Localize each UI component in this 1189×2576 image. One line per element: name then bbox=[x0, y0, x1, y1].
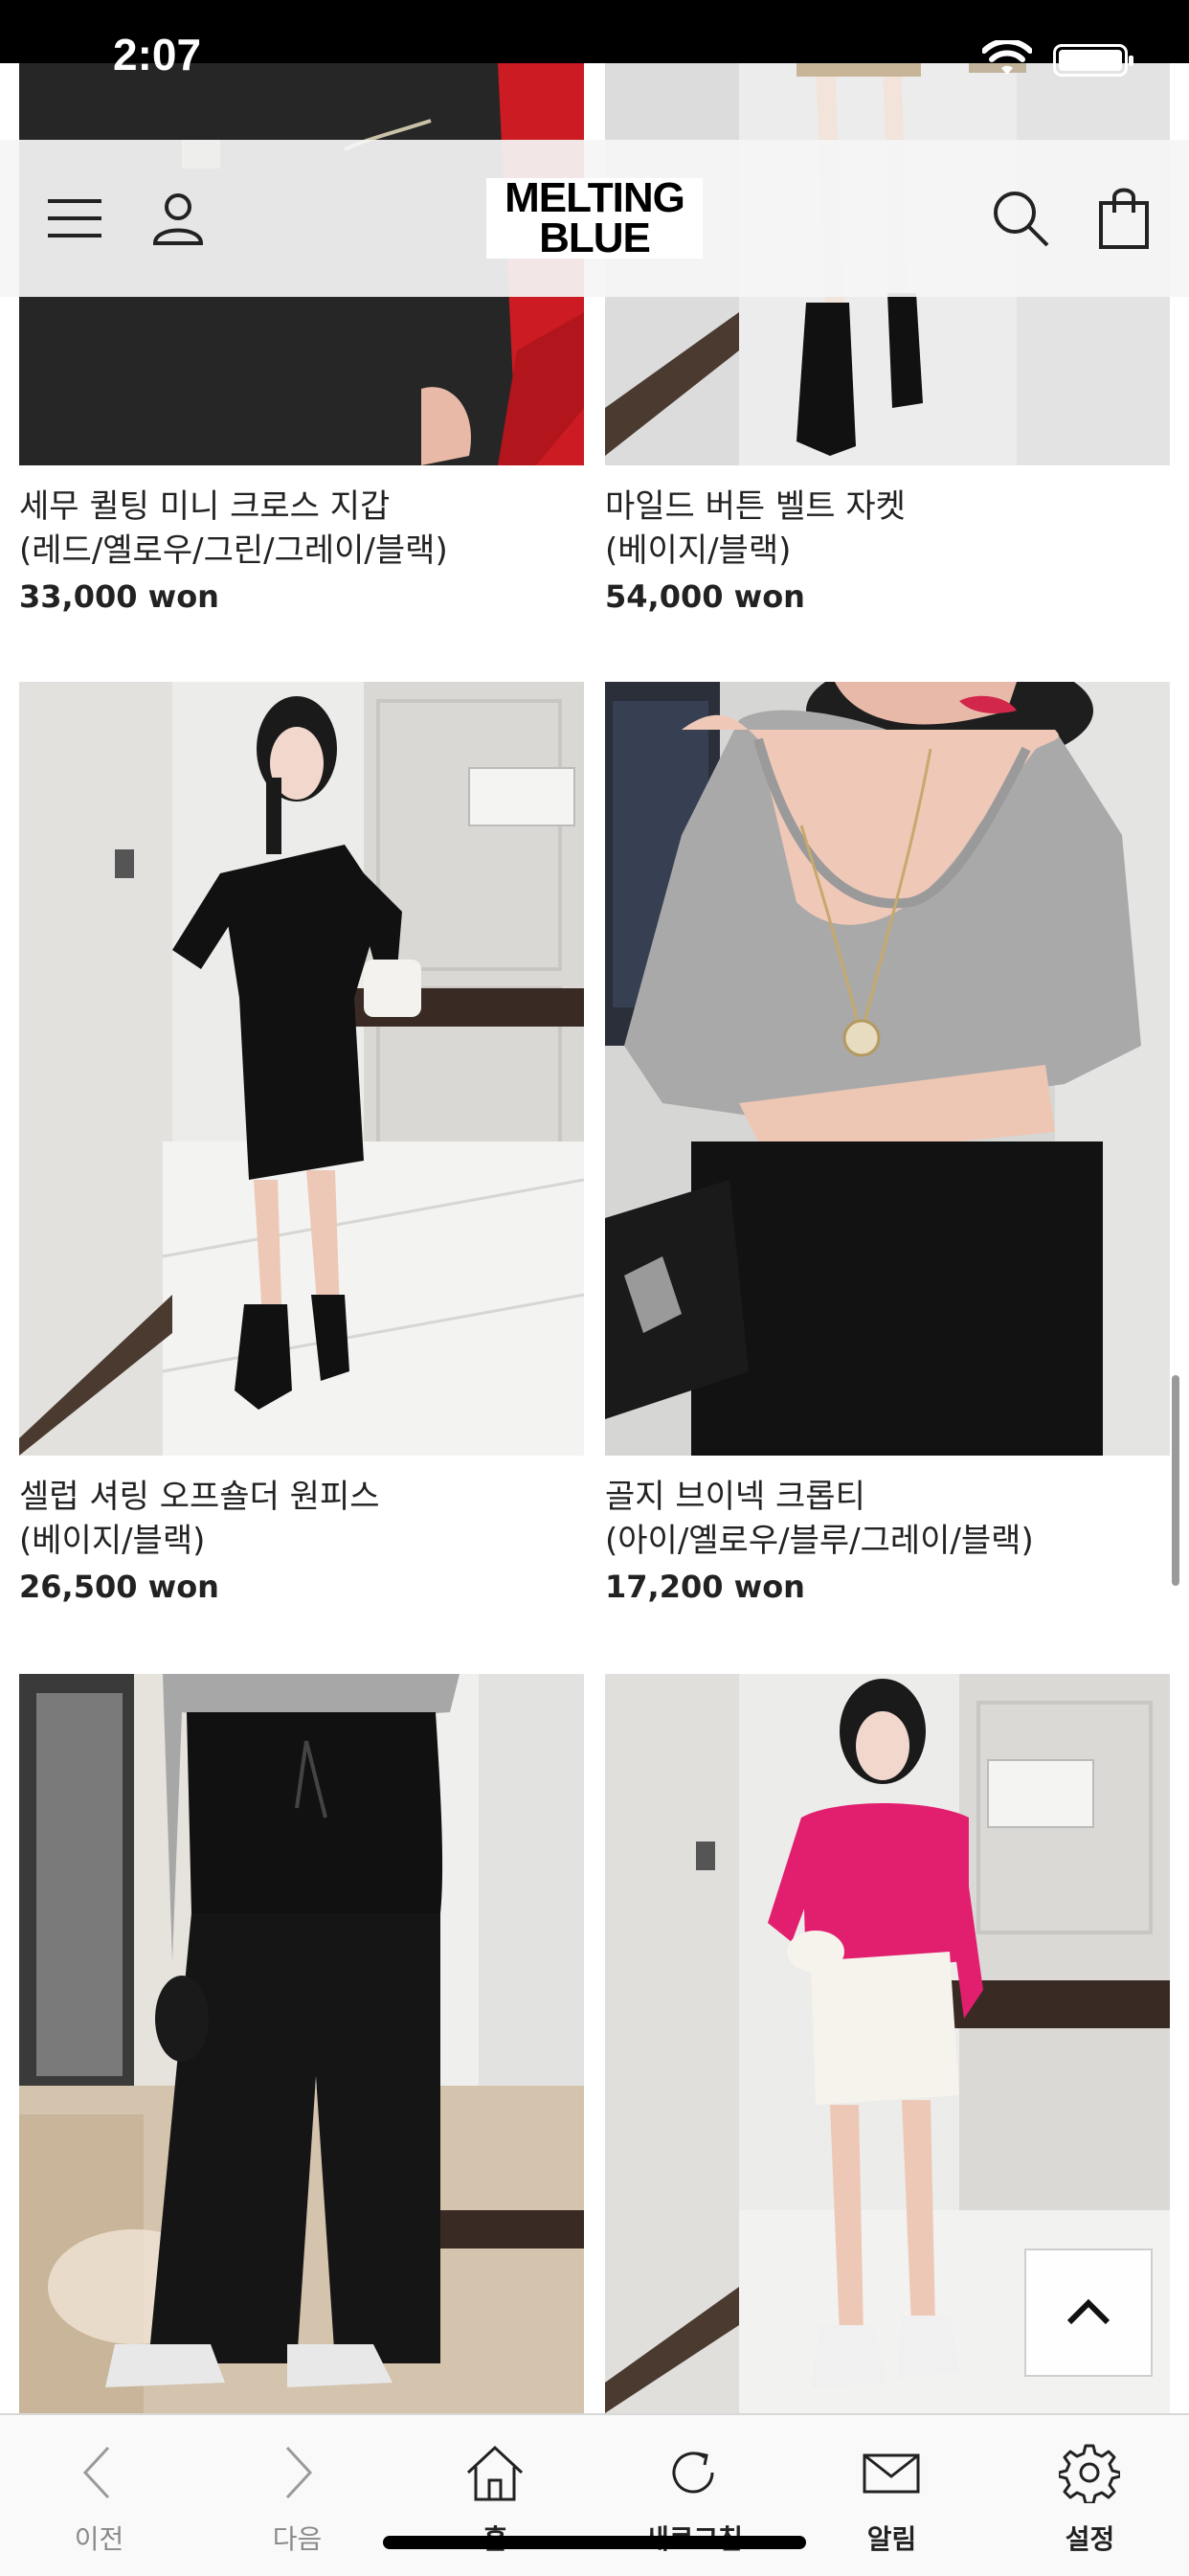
product-info[interactable]: 세무 퀼팅 미니 크로스 지갑 (레드/옐로우/그린/그레이/블랙) 33,00… bbox=[19, 485, 584, 615]
home-indicator[interactable] bbox=[383, 2536, 806, 2549]
chevron-right-icon bbox=[285, 2446, 313, 2499]
brand-line-2: BLUE bbox=[539, 215, 651, 261]
product-photo-croptee bbox=[605, 682, 1170, 1456]
product-name: 셀럽 셔링 오프숄더 원피스 bbox=[19, 1478, 380, 1516]
product-price: 54,000 won bbox=[605, 578, 805, 615]
product-info[interactable]: 셀럽 셔링 오프숄더 원피스 (베이지/블랙) 26,500 won bbox=[19, 1475, 584, 1605]
scroll-indicator bbox=[1172, 1375, 1179, 1586]
brand-logo[interactable]: MELTING BLUE bbox=[486, 174, 703, 261]
chevron-left-icon bbox=[82, 2446, 110, 2499]
battery-icon bbox=[1053, 44, 1133, 77]
scroll-to-top-button[interactable] bbox=[1024, 2248, 1153, 2377]
search-icon[interactable] bbox=[986, 184, 1055, 253]
bottom-navigation: 이전 다음 홈 새로고침 알림 설정 bbox=[0, 2413, 1189, 2576]
product-image[interactable] bbox=[19, 682, 584, 1456]
nav-settings-label: 설정 bbox=[1065, 2523, 1115, 2555]
nav-forward-label: 다음 bbox=[272, 2523, 323, 2555]
product-name: 골지 브이넥 크롭티 bbox=[605, 1478, 865, 1516]
product-image[interactable] bbox=[605, 682, 1170, 1456]
nav-home[interactable]: 홈 bbox=[396, 2415, 594, 2576]
refresh-icon bbox=[672, 2452, 714, 2494]
nav-notifications-label: 알림 bbox=[866, 2523, 917, 2555]
user-icon[interactable] bbox=[144, 184, 213, 253]
product-photo-dress bbox=[19, 682, 584, 1456]
product-name: 마일드 버튼 벨트 자켓 bbox=[605, 487, 906, 526]
product-colors: (베이지/블랙) bbox=[19, 1522, 206, 1560]
nav-back[interactable]: 이전 bbox=[0, 2415, 198, 2576]
nav-settings[interactable]: 설정 bbox=[991, 2415, 1189, 2576]
product-price: 33,000 won bbox=[19, 578, 219, 615]
gear-icon bbox=[1059, 2444, 1120, 2503]
product-colors: (아이/옐로우/블루/그레이/블랙) bbox=[605, 1522, 1034, 1560]
app-header: MELTING BLUE bbox=[0, 140, 1189, 297]
product-name: 세무 퀼팅 미니 크로스 지갑 bbox=[19, 487, 391, 526]
menu-icon[interactable] bbox=[40, 184, 109, 253]
nav-notifications[interactable]: 알림 bbox=[793, 2415, 991, 2576]
nav-refresh[interactable]: 새로고침 bbox=[594, 2415, 793, 2576]
nav-back-label: 이전 bbox=[74, 2523, 124, 2555]
product-price: 17,200 won bbox=[605, 1569, 805, 1605]
brand-line-1: MELTING bbox=[505, 174, 685, 221]
shopping-bag-icon[interactable] bbox=[1089, 184, 1158, 253]
nav-forward[interactable]: 다음 bbox=[198, 2415, 396, 2576]
product-info[interactable]: 골지 브이넥 크롭티 (아이/옐로우/블루/그레이/블랙) 17,200 won bbox=[605, 1475, 1170, 1605]
product-colors: (레드/옐로우/그린/그레이/블랙) bbox=[19, 531, 448, 570]
product-info[interactable]: 마일드 버튼 벨트 자켓 (베이지/블랙) 54,000 won bbox=[605, 485, 1170, 615]
product-colors: (베이지/블랙) bbox=[605, 531, 792, 570]
mail-icon bbox=[863, 2453, 920, 2494]
wifi-icon bbox=[982, 40, 1032, 75]
product-photo-pants bbox=[19, 1674, 584, 2413]
product-price: 26,500 won bbox=[19, 1569, 219, 1605]
chevron-up-icon bbox=[1066, 2298, 1110, 2325]
home-icon bbox=[466, 2445, 524, 2501]
product-image[interactable] bbox=[19, 1674, 584, 2413]
status-time: 2:07 bbox=[113, 30, 202, 79]
